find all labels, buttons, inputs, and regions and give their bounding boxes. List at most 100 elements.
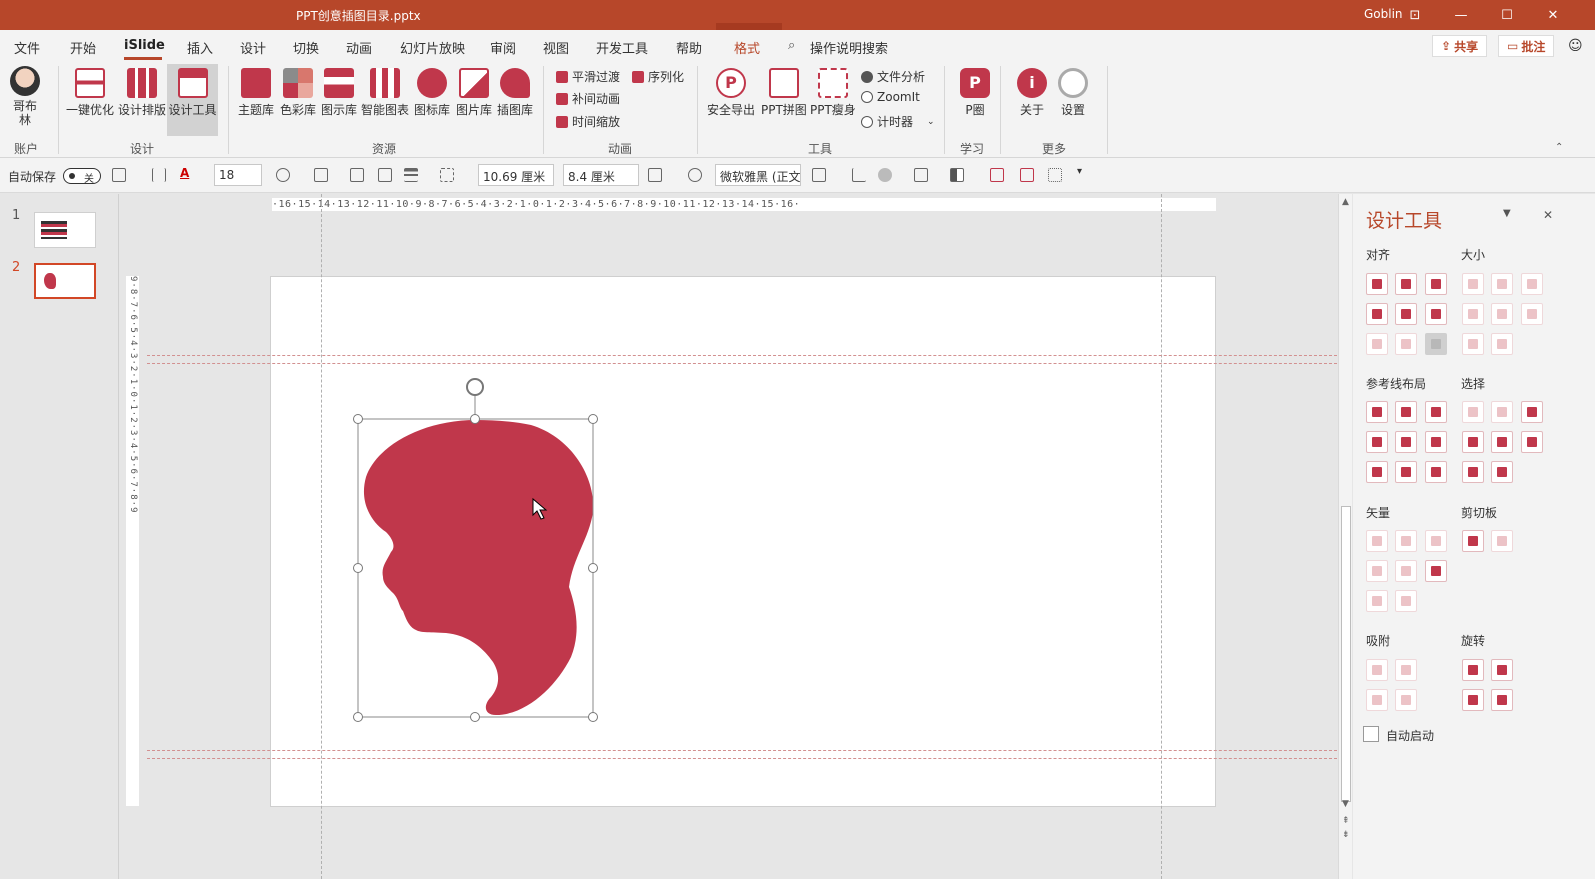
vertical-scrollbar[interactable]: ▲ ▼ ⇞ ⇟ (1338, 194, 1352, 879)
shape-outline-icon[interactable] (812, 168, 826, 182)
resize-handle[interactable] (470, 712, 480, 722)
tab-developer[interactable]: 开发工具 (596, 38, 648, 57)
panel-close-icon[interactable]: ✕ (1543, 208, 1553, 222)
resize-handle[interactable] (470, 414, 480, 424)
scroll-up-icon[interactable]: ▲ (1342, 197, 1349, 207)
vector-subtract-button[interactable] (1395, 560, 1417, 582)
crop-icon[interactable] (852, 168, 866, 182)
guide-bottom-button[interactable] (1425, 431, 1447, 453)
guide-left-button[interactable] (1366, 401, 1388, 423)
help-icon[interactable] (688, 168, 702, 182)
vector-split-button[interactable] (1425, 560, 1447, 582)
slide-thumbnail-1[interactable] (34, 212, 96, 248)
snap-bottom-button[interactable] (1395, 689, 1417, 711)
flip-horizontal-button[interactable] (1491, 689, 1513, 711)
tab-help[interactable]: 帮助 (676, 38, 702, 57)
guide-layout-button[interactable] (1366, 461, 1388, 483)
align-to-slide-button[interactable] (1425, 333, 1447, 355)
color-swatch-icon[interactable] (950, 168, 964, 182)
align-right-button[interactable] (1425, 273, 1447, 295)
height-box[interactable]: 8.4 厘米 (563, 164, 639, 186)
icon-library-button[interactable]: 图标库 (414, 68, 450, 118)
width-box[interactable]: 10.69 厘米 (478, 164, 554, 186)
vertical-guide-left[interactable] (321, 194, 322, 879)
tab-animations[interactable]: 动画 (346, 38, 372, 57)
edit-points-button[interactable] (1395, 590, 1417, 612)
font-color-icon[interactable]: A (180, 166, 189, 180)
snap-left-button[interactable] (1366, 659, 1388, 681)
resize-handle[interactable] (588, 563, 598, 573)
account-button[interactable]: 哥布林 (10, 66, 40, 127)
vector-combine-button[interactable] (1395, 530, 1417, 552)
text-to-vector-button[interactable] (1366, 590, 1388, 612)
tab-islide[interactable]: iSlide (124, 38, 165, 53)
pointer-button[interactable] (1521, 431, 1543, 453)
guide-layout-button[interactable] (1425, 461, 1447, 483)
align-left-button[interactable] (1366, 273, 1388, 295)
snap-top-button[interactable] (1366, 689, 1388, 711)
tab-slideshow[interactable]: 幻灯片放映 (400, 38, 465, 57)
serialize-button[interactable]: 序列化 (632, 68, 684, 85)
dash-type-icon[interactable] (440, 168, 454, 182)
tab-file[interactable]: 文件 (14, 38, 40, 57)
paste-button[interactable] (1491, 530, 1513, 552)
tab-insert[interactable]: 插入 (187, 38, 213, 57)
guide-center-button[interactable] (1395, 401, 1417, 423)
distribute-horizontal-button[interactable] (1366, 333, 1388, 355)
timer-button[interactable]: 计时器 ⌄ (861, 113, 935, 130)
about-button[interactable]: i 关于 (1017, 68, 1047, 118)
guide-right-button[interactable] (1425, 401, 1447, 423)
same-size-button[interactable] (1521, 273, 1543, 295)
safe-export-button[interactable]: P 安全导出 (707, 68, 755, 118)
arrange-icon[interactable] (378, 168, 392, 182)
size-option-button[interactable] (1491, 303, 1513, 325)
horizontal-guide[interactable] (147, 355, 1337, 356)
slide-thumbnail-2[interactable] (34, 263, 96, 299)
prev-slide-icon[interactable]: ⇞ (1342, 816, 1350, 826)
smooth-transition-button[interactable]: 平滑过渡 (556, 68, 620, 85)
search-icon[interactable]: ⌕ (788, 38, 795, 53)
crop-frame-icon[interactable] (648, 168, 662, 182)
guide-middle-button[interactable] (1395, 431, 1417, 453)
p-circle-button[interactable]: P P圈 (960, 68, 990, 118)
grid-icon[interactable] (1020, 168, 1034, 182)
diagram-library-button[interactable]: 图示库 (321, 68, 357, 118)
same-width-button[interactable] (1462, 273, 1484, 295)
fill-color-icon[interactable] (276, 168, 290, 182)
head-silhouette-shape[interactable] (363, 420, 594, 715)
resize-handle[interactable] (353, 563, 363, 573)
ribbon-display-options-icon[interactable]: ⊡ (1392, 0, 1438, 30)
line-weight-icon[interactable] (404, 168, 418, 182)
next-slide-icon[interactable]: ⇟ (1342, 830, 1350, 840)
select-option-button[interactable] (1491, 461, 1513, 483)
tell-me-search[interactable]: 操作说明搜索 (810, 38, 888, 57)
picture-library-button[interactable]: 图片库 (456, 68, 492, 118)
customize-toolbar-icon[interactable]: ▾ (1077, 166, 1082, 177)
close-button[interactable]: ✕ (1530, 0, 1576, 30)
guide-layout-button[interactable] (1395, 461, 1417, 483)
autosave-toggle[interactable]: 关 (63, 168, 101, 185)
size-option-button[interactable] (1491, 333, 1513, 355)
align-bottom-button[interactable] (1425, 303, 1447, 325)
rotate-left-button[interactable] (1462, 659, 1484, 681)
distribute-vertical-button[interactable] (1395, 333, 1417, 355)
illustration-library-button[interactable]: 插图库 (497, 68, 533, 118)
tab-format[interactable]: 格式 (734, 38, 760, 57)
design-layout-button[interactable]: 设计排版 (118, 68, 166, 118)
zoomit-button[interactable]: ZoomIt (861, 90, 920, 104)
file-analysis-button[interactable]: 文件分析 (861, 68, 925, 85)
resize-handle[interactable] (353, 712, 363, 722)
rotate-handle-icon[interactable] (466, 378, 484, 396)
font-name-box[interactable]: 微软雅黑 (正文 (715, 164, 801, 186)
vector-fragment-button[interactable] (1425, 530, 1447, 552)
resize-handle[interactable] (353, 414, 363, 424)
feedback-smiley-icon[interactable]: ☺ (1568, 38, 1583, 54)
resize-handle[interactable] (588, 712, 598, 722)
share-button[interactable]: ⇪ 共享 (1432, 35, 1488, 57)
horizontal-guide[interactable] (147, 363, 1337, 364)
smart-chart-button[interactable]: 智能图表 (361, 68, 409, 118)
frame-icon[interactable] (112, 168, 126, 182)
no-fill-icon[interactable] (990, 168, 1004, 182)
flip-vertical-button[interactable] (1462, 689, 1484, 711)
minimize-button[interactable]: — (1438, 0, 1484, 30)
